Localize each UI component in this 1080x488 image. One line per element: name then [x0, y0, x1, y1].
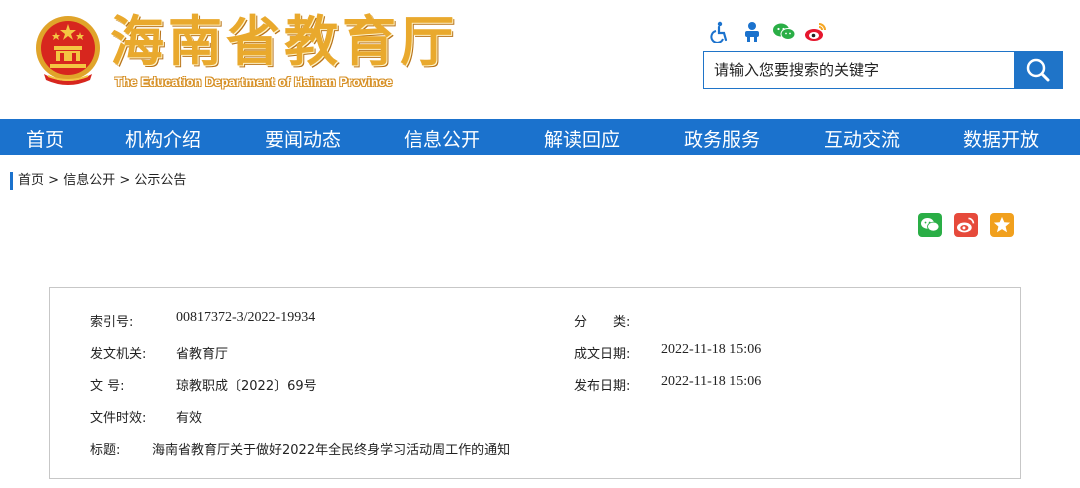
index-label: 索引号: — [90, 315, 134, 330]
site-title: 海南省教育厅 — [110, 10, 458, 73]
breadcrumb-disclosure[interactable]: 信息公开 — [63, 172, 115, 190]
site-header: 海南省教育厅 The Education Department of Haina… — [0, 0, 1080, 120]
wechat-share-icon[interactable] — [918, 213, 942, 237]
national-emblem-logo — [36, 16, 100, 85]
breadcrumb-separator: > — [115, 173, 135, 188]
weibo-icon[interactable] — [804, 20, 828, 44]
nav-item-news[interactable]: 要闻动态 — [265, 125, 341, 152]
search-icon — [1026, 58, 1050, 82]
nav-item-home[interactable]: 首页 — [26, 125, 64, 152]
breadcrumb-separator: > — [44, 173, 64, 188]
site-subtitle: The Education Department of Hainan Provi… — [115, 75, 393, 89]
nav-item-disclosure[interactable]: 信息公开 — [404, 125, 480, 152]
search-box — [703, 51, 1063, 89]
nav-item-about[interactable]: 机构介绍 — [125, 125, 201, 152]
main-nav: 首页 机构介绍 要闻动态 信息公开 解读回应 政务服务 互动交流 数据开放 — [0, 119, 1080, 155]
nav-item-services[interactable]: 政务服务 — [684, 125, 760, 152]
issuer-value: 省教育厅 — [176, 347, 229, 362]
document-info-box: 索引号: 00817372-3/2022-19934 分 类: 发文机关: 省教… — [49, 287, 1021, 479]
weibo-share-icon[interactable] — [954, 213, 978, 237]
elder-mode-icon[interactable] — [740, 20, 764, 44]
validity-label: 文件时效: — [90, 411, 147, 426]
breadcrumb-announcements[interactable]: 公示公告 — [134, 172, 186, 190]
nav-item-open-data[interactable]: 数据开放 — [963, 125, 1039, 152]
created-date-value: 2022-11-18 15:06 — [661, 342, 762, 357]
title-value: 海南省教育厅关于做好2022年全民终身学习活动周工作的通知 — [152, 443, 511, 458]
breadcrumb: 首页 > 信息公开 > 公示公告 — [10, 172, 186, 190]
favorite-icon[interactable] — [990, 213, 1014, 237]
share-toolbar — [918, 213, 1014, 237]
search-button[interactable] — [1014, 52, 1062, 88]
accessibility-toolbar — [708, 20, 828, 44]
issuer-label: 发文机关: — [90, 347, 147, 362]
nav-item-interaction[interactable]: 互动交流 — [824, 125, 900, 152]
title-label: 标题: — [90, 443, 121, 458]
breadcrumb-home[interactable]: 首页 — [18, 172, 44, 190]
search-input[interactable] — [704, 52, 1014, 88]
category-label: 分 类: — [574, 315, 631, 330]
published-date-value: 2022-11-18 15:06 — [661, 374, 762, 389]
doc-number-label: 文 号: — [90, 379, 125, 394]
wechat-icon[interactable] — [772, 20, 796, 44]
index-value: 00817372-3/2022-19934 — [176, 310, 316, 325]
accessibility-icon[interactable] — [708, 20, 732, 44]
created-date-label: 成文日期: — [574, 347, 631, 362]
published-date-label: 发布日期: — [574, 379, 631, 394]
validity-value: 有效 — [176, 411, 203, 426]
nav-item-interpretation[interactable]: 解读回应 — [544, 125, 620, 152]
doc-number-value: 琼教职成〔2022〕69号 — [176, 379, 317, 394]
